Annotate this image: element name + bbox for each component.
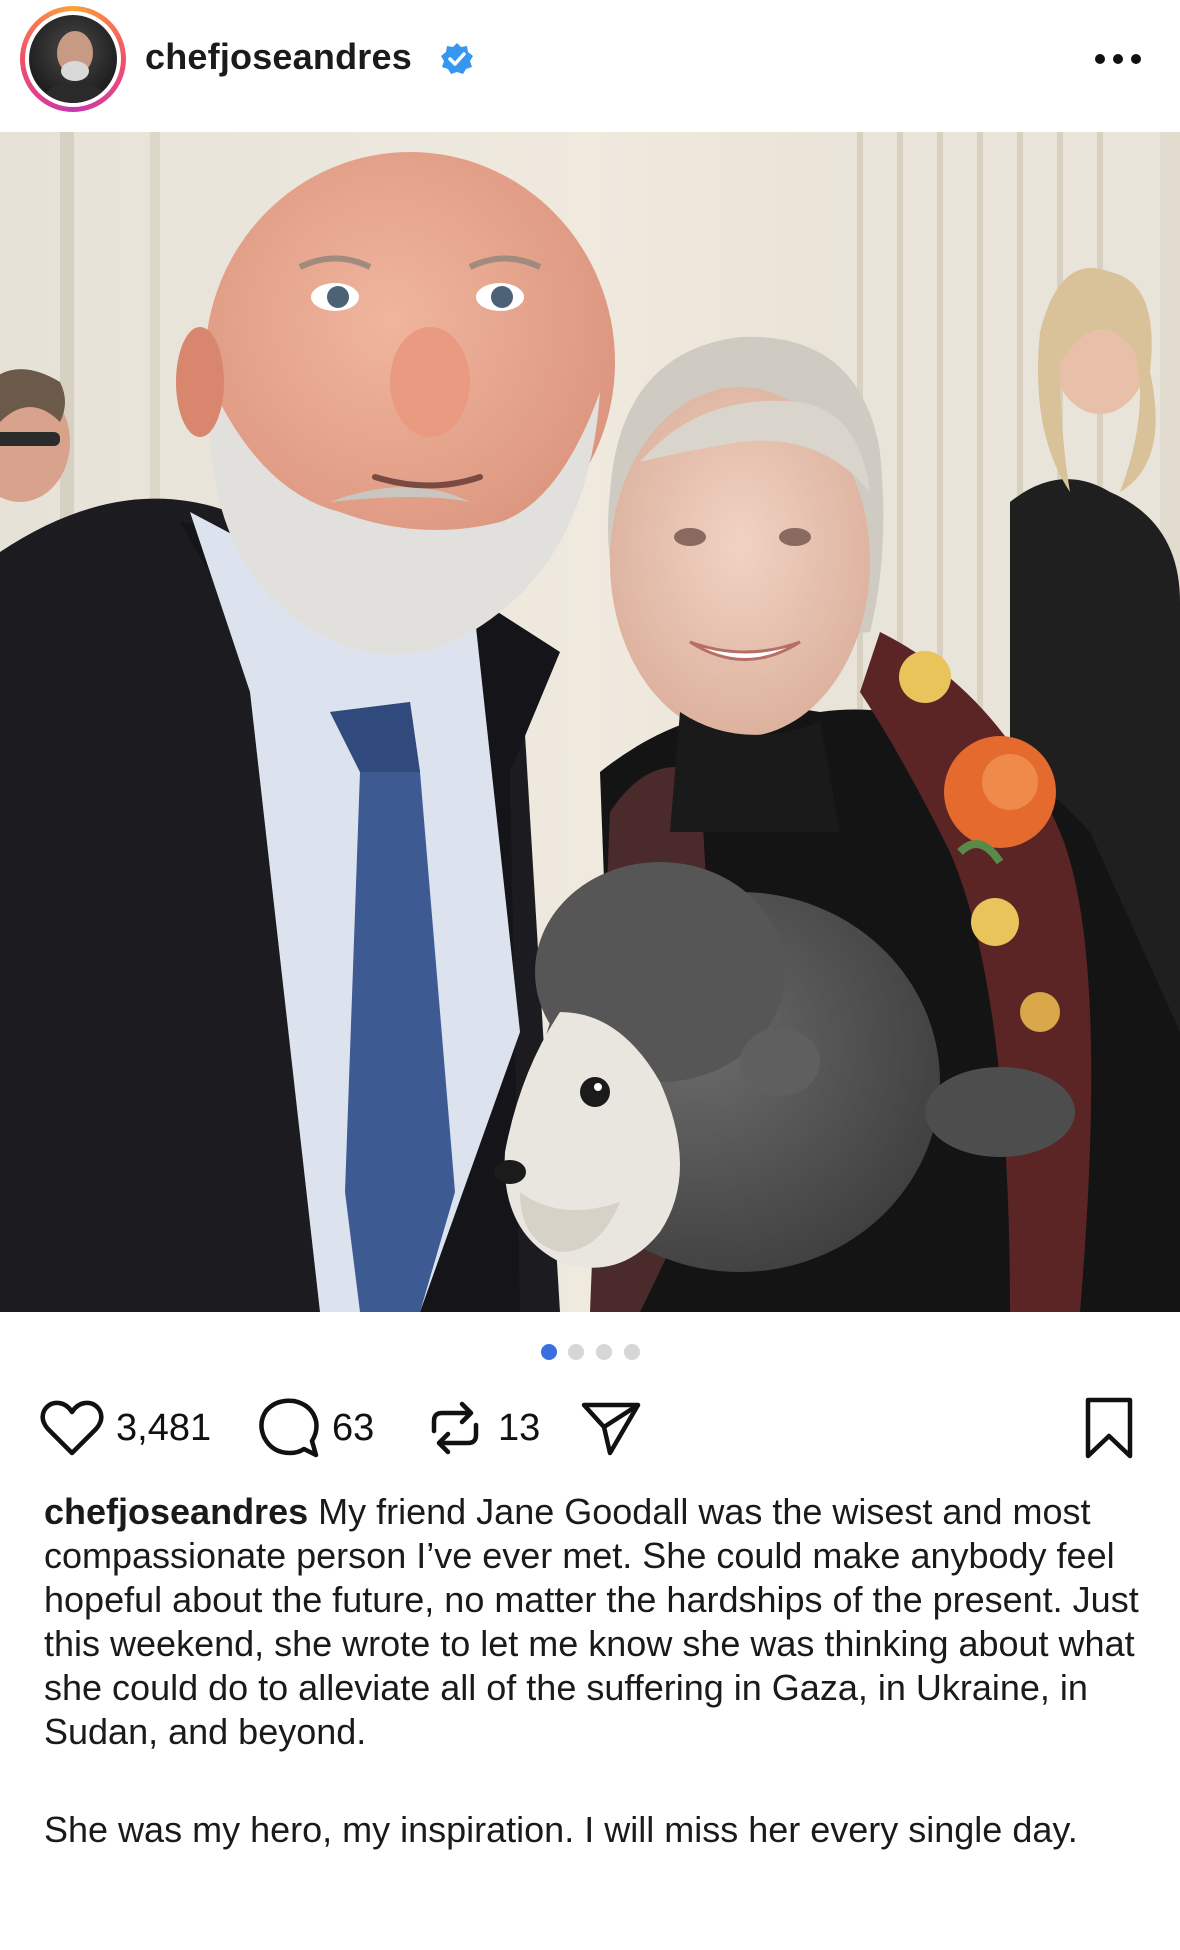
repost-button[interactable]: 13 xyxy=(424,1392,540,1464)
send-icon xyxy=(581,1402,641,1456)
carousel-dot xyxy=(568,1344,584,1360)
like-count[interactable]: 3,481 xyxy=(116,1407,211,1450)
post-image[interactable] xyxy=(0,132,1180,1312)
like-button[interactable]: 3,481 xyxy=(40,1392,211,1464)
repost-count[interactable]: 13 xyxy=(498,1407,540,1450)
comment-icon xyxy=(259,1398,319,1458)
caption-paragraph: chefjoseandres My friend Jane Goodall wa… xyxy=(44,1490,1144,1754)
post-username[interactable]: chefjoseandres xyxy=(145,36,412,78)
caption-username[interactable]: chefjoseandres xyxy=(44,1491,308,1532)
profile-avatar[interactable] xyxy=(20,6,126,112)
post-caption: chefjoseandres My friend Jane Goodall wa… xyxy=(44,1490,1144,1852)
caption-paragraph-2: She was my hero, my inspiration. I will … xyxy=(44,1809,1078,1850)
more-options-icon[interactable] xyxy=(1090,44,1146,74)
bookmark-icon xyxy=(1085,1397,1133,1459)
post-header: chefjoseandres xyxy=(0,0,1180,132)
action-bar: 3,481 63 13 xyxy=(0,1392,1180,1464)
repost-icon xyxy=(431,1401,479,1455)
carousel-indicator xyxy=(0,1340,1180,1364)
save-button[interactable] xyxy=(1082,1392,1136,1464)
comment-button[interactable]: 63 xyxy=(258,1392,374,1464)
carousel-dot xyxy=(596,1344,612,1360)
carousel-dot xyxy=(541,1344,557,1360)
carousel-dot xyxy=(624,1344,640,1360)
share-button[interactable] xyxy=(580,1392,642,1464)
heart-icon xyxy=(40,1400,104,1456)
verified-badge-icon xyxy=(441,43,473,74)
comment-count[interactable]: 63 xyxy=(332,1407,374,1450)
avatar-photo xyxy=(29,15,117,103)
